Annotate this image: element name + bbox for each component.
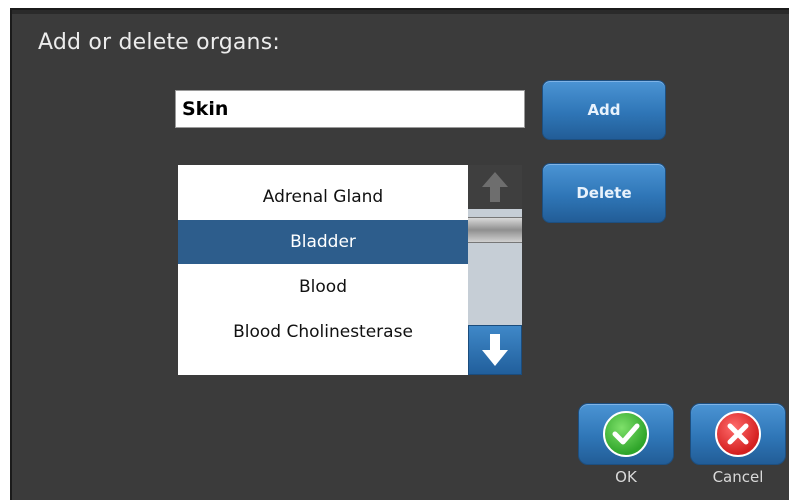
dialog-top-strip bbox=[12, 10, 789, 14]
list-item[interactable]: Adrenal Gland bbox=[178, 175, 468, 219]
list-item-selected[interactable]: Bladder bbox=[178, 220, 468, 264]
dialog-title: Add or delete organs: bbox=[38, 30, 280, 55]
ok-button[interactable] bbox=[578, 403, 674, 465]
add-button[interactable]: Add bbox=[542, 80, 666, 140]
checkmark-circle bbox=[603, 411, 649, 457]
cancel-button[interactable] bbox=[690, 403, 786, 465]
arrow-up-icon bbox=[482, 172, 508, 202]
scroll-thumb[interactable] bbox=[468, 217, 522, 243]
organ-name-input[interactable] bbox=[175, 90, 525, 128]
list-scrollbar[interactable] bbox=[468, 165, 522, 375]
scroll-up-button[interactable] bbox=[468, 165, 522, 209]
checkmark-icon bbox=[612, 423, 640, 445]
list-item[interactable]: Blood Cholinesterase bbox=[178, 310, 468, 354]
organ-list[interactable]: Adrenal Gland Bladder Blood Blood Cholin… bbox=[178, 165, 522, 375]
list-item[interactable]: Blood bbox=[178, 265, 468, 309]
delete-button[interactable]: Delete bbox=[542, 163, 666, 223]
scroll-down-button[interactable] bbox=[468, 325, 522, 375]
x-icon bbox=[727, 423, 749, 445]
organ-list-items: Adrenal Gland Bladder Blood Blood Cholin… bbox=[178, 165, 468, 375]
cancel-label: Cancel bbox=[712, 468, 764, 486]
arrow-down-icon bbox=[482, 334, 508, 366]
x-circle bbox=[715, 411, 761, 457]
ok-label: OK bbox=[615, 468, 637, 486]
organs-dialog: Add or delete organs: Add Delete Adrenal… bbox=[10, 8, 789, 500]
